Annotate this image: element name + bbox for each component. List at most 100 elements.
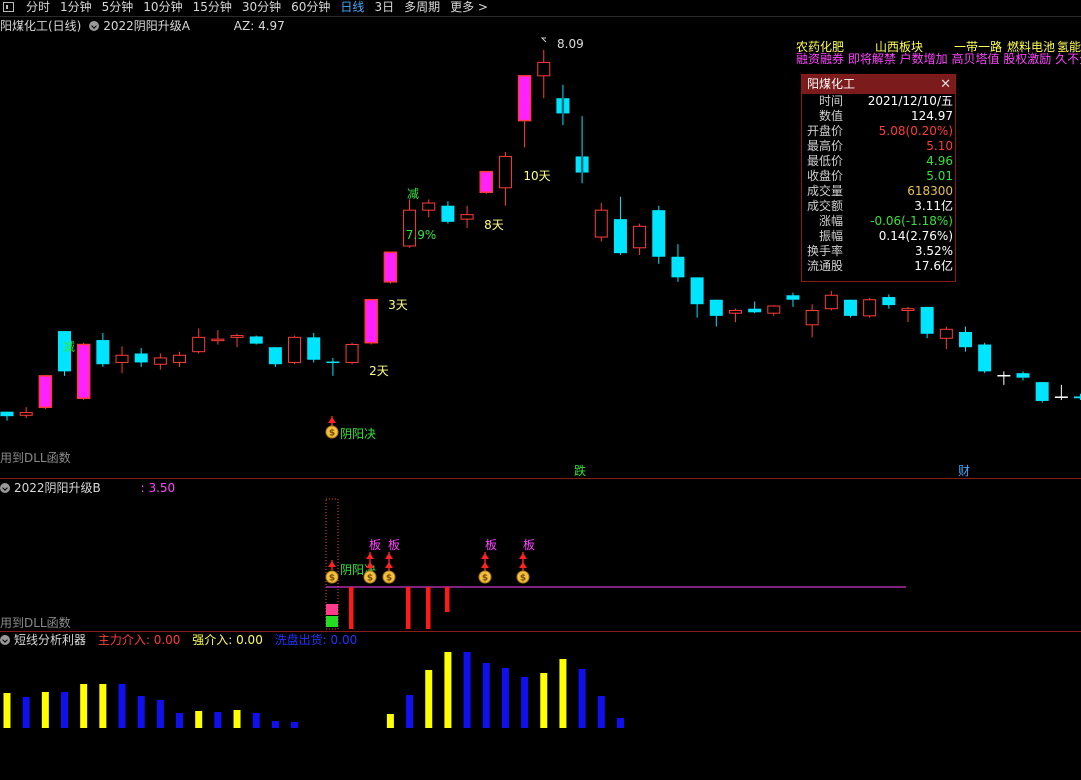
- close-icon[interactable]: ✕: [940, 75, 951, 94]
- candle-body: [1035, 382, 1049, 401]
- qiang-value: 强介入: 0.00: [192, 633, 263, 647]
- info-row: 流通股 17.6亿: [802, 259, 955, 274]
- info-key: 流通股: [806, 259, 843, 273]
- signal-bar: [326, 604, 338, 615]
- bottom-bar: [482, 663, 490, 728]
- bottom-bar: [214, 712, 222, 728]
- high-price-label: 8.09: [557, 37, 584, 51]
- period-tab[interactable]: 更多 >: [450, 0, 488, 14]
- candle-body: [613, 219, 627, 254]
- info-row: 收盘价 5.01: [802, 169, 955, 184]
- indicator-dropdown-icon[interactable]: [0, 635, 10, 645]
- candle-body: [748, 308, 762, 313]
- board-label: 板: [523, 538, 535, 552]
- info-row: 成交量 618300: [802, 184, 955, 199]
- bottom-bar: [501, 668, 509, 728]
- board-label: 板: [388, 538, 400, 552]
- bottom-bar: [521, 677, 529, 728]
- candle-body: [978, 344, 992, 372]
- info-row: 时间 2021/12/10/五: [802, 94, 955, 109]
- period-tab[interactable]: 30分钟: [242, 0, 281, 14]
- info-value: -0.06(-1.18%): [870, 214, 953, 228]
- candle-body: [1016, 373, 1030, 378]
- reduce-label: 减: [63, 340, 75, 354]
- indicator-b-chart[interactable]: $阴阳决$板$板$板$板: [0, 495, 1081, 631]
- info-value: 618300: [907, 184, 953, 198]
- candle-body: [498, 155, 512, 189]
- info-row: 成交额 3.11亿: [802, 199, 955, 214]
- bottom-bar: [3, 693, 11, 728]
- bottom-bar: [559, 659, 567, 728]
- candle-body: [786, 295, 800, 300]
- yinyang-label: 阴阳决: [340, 427, 376, 441]
- xipan-value: 洗盘出货: 0.00: [274, 633, 358, 647]
- bottom-bar: [176, 713, 184, 728]
- candle-body: [326, 361, 340, 364]
- candle-body: [307, 337, 321, 360]
- candle-body: [1054, 396, 1068, 398]
- money-bag-icon: $: [482, 574, 488, 584]
- info-box-title[interactable]: 阳煤化工 ✕: [802, 75, 955, 94]
- info-key: 成交额: [806, 199, 843, 213]
- info-key: 收盘价: [806, 169, 843, 183]
- candle-body: [153, 357, 167, 365]
- candle-body: [843, 299, 857, 316]
- money-bag-icon: $: [329, 574, 335, 584]
- period-tab[interactable]: 15分钟: [193, 0, 232, 14]
- period-tab[interactable]: 60分钟: [291, 0, 330, 14]
- candle-body: [594, 209, 608, 238]
- bottom-bar: [118, 684, 126, 728]
- panel-toggle-icon[interactable]: [3, 2, 14, 12]
- signal-bar: [326, 616, 338, 627]
- bottom-bar: [616, 718, 624, 728]
- quote-info-box[interactable]: 阳煤化工 ✕ 时间 2021/12/10/五 数值 124.97 开盘价 5.08(0.2…: [801, 74, 956, 282]
- info-key: 最低价: [806, 154, 843, 168]
- info-row: 开盘价 5.08(0.20%): [802, 124, 955, 139]
- info-row: 涨幅 -0.06(-1.18%): [802, 214, 955, 229]
- period-tab[interactable]: 分时: [26, 0, 50, 14]
- signal-bar: [406, 587, 411, 629]
- bottom-bar: [386, 714, 394, 728]
- candle-body: [268, 347, 282, 365]
- candle-body: [364, 298, 378, 344]
- days-label: 3天: [388, 298, 408, 312]
- info-row: 最低价 4.96: [802, 154, 955, 169]
- candle-body: [249, 336, 263, 344]
- bottom-bar-chart[interactable]: [0, 648, 1081, 780]
- period-tabs: 分时 1分钟 5分钟 10分钟 15分钟 30分钟 60分钟 日线 3日 多周期 更多 >: [26, 0, 498, 15]
- candle-body: [345, 344, 359, 363]
- period-toolbar: 分时 1分钟 5分钟 10分钟 15分钟 30分钟 60分钟 日线 3日 多周期 更多 >: [0, 0, 1081, 17]
- sub-chart-header: 2022阴阳升级B : 3.50: [0, 481, 175, 495]
- dll-note-sub: 用到DLL函数: [0, 616, 71, 630]
- candle-body: [997, 374, 1011, 377]
- info-value: 0.14(2.76%): [878, 229, 953, 243]
- candle-body: [537, 61, 551, 77]
- signal-bar: [445, 587, 450, 612]
- bottom-bar: [22, 697, 30, 728]
- period-tab[interactable]: 10分钟: [143, 0, 182, 14]
- period-tab[interactable]: 5分钟: [102, 0, 134, 14]
- info-value: 3.11亿: [914, 199, 953, 213]
- stock-title: 阳煤化工(日线): [0, 19, 82, 33]
- bottom-bar: [406, 695, 414, 728]
- bottom-bar: [597, 696, 605, 728]
- period-tab[interactable]: 1分钟: [60, 0, 92, 14]
- dll-note-main: 用到DLL函数: [0, 451, 71, 465]
- reduce-label: 减: [407, 187, 419, 201]
- period-tab[interactable]: 日线: [340, 0, 364, 14]
- info-value: 17.6亿: [914, 259, 953, 273]
- info-value: 124.97: [911, 109, 953, 123]
- indicator-dropdown-icon[interactable]: [0, 483, 10, 493]
- info-key: 最高价: [806, 139, 843, 153]
- period-tab[interactable]: 多周期: [404, 0, 440, 14]
- signal-bar: [349, 587, 354, 629]
- period-tab[interactable]: 3日: [374, 0, 394, 14]
- indicator-name-c: 短线分析利器: [14, 633, 87, 647]
- candle-body: [115, 354, 129, 363]
- info-key: 开盘价: [806, 124, 843, 138]
- board-label: 板: [485, 538, 497, 552]
- candle-body: [96, 340, 110, 365]
- indicator-dropdown-icon[interactable]: [89, 21, 100, 31]
- bottom-bar: [425, 670, 433, 728]
- days-label: 10天: [523, 169, 550, 183]
